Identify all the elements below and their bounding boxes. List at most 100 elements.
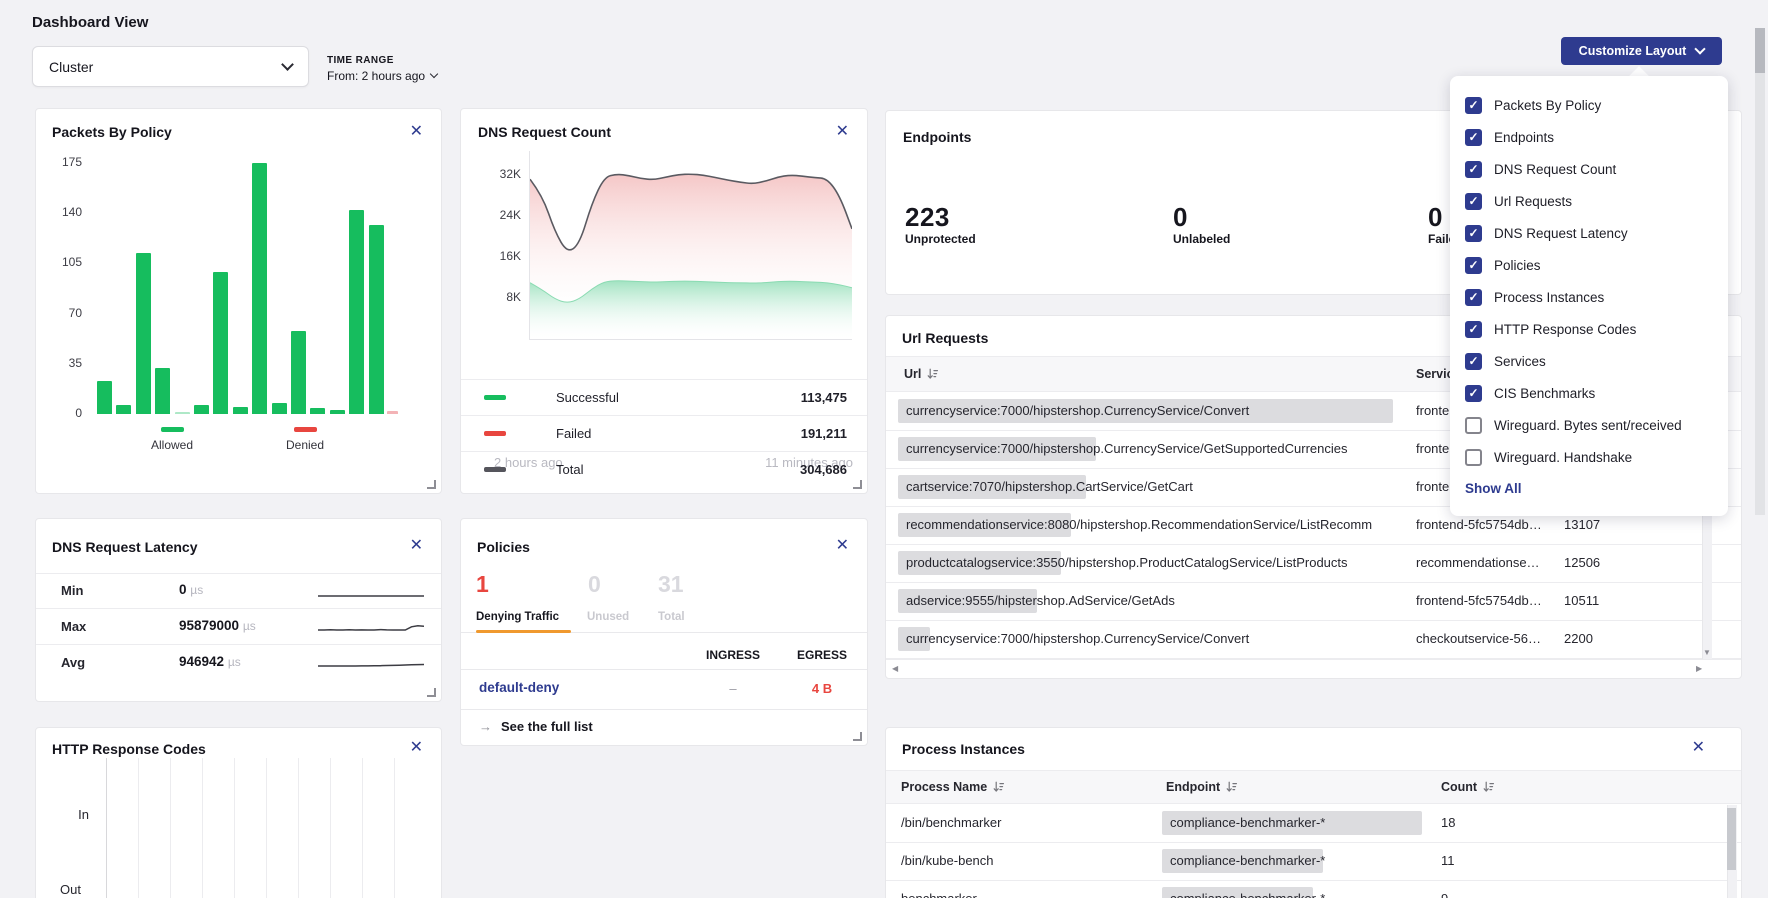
resize-handle[interactable] — [853, 480, 862, 489]
tab-unused[interactable]: Unused — [587, 611, 629, 623]
latency-min-label: Min — [61, 583, 83, 598]
time-range-selector[interactable]: From: 2 hours ago — [327, 69, 437, 83]
bar-allowed — [369, 225, 384, 414]
latency-avg-value: 946942 µs — [179, 654, 241, 669]
chevron-down-icon — [281, 58, 294, 71]
checkbox-checked-icon[interactable]: ✓ — [1465, 161, 1482, 178]
table-horizontal-scrollbar[interactable] — [886, 659, 1741, 679]
grid-line — [202, 758, 203, 898]
checkbox-unchecked-icon[interactable] — [1465, 417, 1482, 434]
avg-sparkline — [318, 655, 424, 671]
checkbox-checked-icon[interactable]: ✓ — [1465, 353, 1482, 370]
max-sparkline — [318, 619, 424, 635]
card-title: Policies — [477, 539, 530, 555]
row-label-in: In — [59, 807, 89, 822]
bar-allowed — [194, 405, 209, 414]
menu-item[interactable]: ✓CIS Benchmarks — [1465, 377, 1728, 409]
scroll-down-icon[interactable]: ▼ — [1703, 648, 1711, 657]
checkbox-checked-icon[interactable]: ✓ — [1465, 321, 1482, 338]
count-cell: 11 — [1441, 842, 1455, 880]
count-cell: 12506 — [1564, 544, 1600, 582]
http-grid — [36, 728, 441, 898]
column-header-ingress: INGRESS — [706, 648, 760, 662]
close-icon[interactable]: ✕ — [410, 538, 423, 554]
tab-total[interactable]: Total — [658, 611, 685, 623]
page-scrollbar-thumb[interactable] — [1755, 28, 1765, 73]
checkbox-checked-icon[interactable]: ✓ — [1465, 385, 1482, 402]
url-cell: currencyservice:7000/hipstershop.Currenc… — [906, 430, 1393, 468]
scroll-right-icon[interactable]: ▶ — [1696, 664, 1702, 673]
legend-label: Denied — [286, 438, 324, 452]
card-http-response-codes: HTTP Response Codes ✕ In Out — [35, 727, 442, 898]
bar-allowed — [291, 331, 306, 414]
table-scrollbar-thumb[interactable] — [1727, 808, 1736, 870]
card-dns-request-latency: DNS Request Latency ✕ Min 0 µs Max 95879… — [35, 518, 442, 702]
checkbox-checked-icon[interactable]: ✓ — [1465, 257, 1482, 274]
table-row[interactable]: productcatalogservice:3550/hipstershop.P… — [886, 544, 1741, 583]
denied-swatch-icon — [294, 427, 317, 432]
process-name-cell: benchmarker — [901, 880, 977, 898]
menu-item[interactable]: ✓Process Instances — [1465, 281, 1728, 313]
y-axis-tick: 175 — [36, 155, 82, 169]
service-cell: frontend-5fc5754db… — [1416, 582, 1542, 620]
resize-handle[interactable] — [427, 688, 436, 697]
show-all-link[interactable]: Show All — [1465, 481, 1728, 496]
page-scrollbar-track[interactable] — [1755, 28, 1765, 515]
menu-item-label: Policies — [1494, 258, 1541, 273]
checkbox-checked-icon[interactable]: ✓ — [1465, 289, 1482, 306]
arrow-right-icon: → — [479, 719, 492, 734]
table-row[interactable]: currencyservice:7000/hipstershop.Currenc… — [886, 620, 1741, 659]
url-cell: recommendationservice:8080/hipstershop.R… — [906, 506, 1393, 544]
menu-item[interactable]: ✓DNS Request Latency — [1465, 217, 1728, 249]
y-axis-tick: 24K — [475, 208, 521, 222]
table-row[interactable]: /bin/benchmarkercompliance-benchmarker-*… — [886, 804, 1741, 843]
menu-item[interactable]: ✓Endpoints — [1465, 121, 1728, 153]
resize-handle[interactable] — [427, 480, 436, 489]
table-row[interactable]: benchmarkercompliance-benchmarker-*9 — [886, 880, 1741, 898]
scroll-left-icon[interactable]: ◀ — [892, 664, 898, 673]
endpoint-cell: compliance-benchmarker-* — [1170, 842, 1325, 880]
bar-allowed — [233, 407, 248, 414]
customize-layout-button[interactable]: Customize Layout — [1561, 37, 1722, 65]
service-cell: fronte — [1416, 468, 1449, 506]
checkbox-unchecked-icon[interactable] — [1465, 449, 1482, 466]
grid-line — [138, 758, 139, 898]
grid-line — [106, 758, 107, 898]
see-full-list-link[interactable]: → See the full list — [479, 719, 593, 734]
tab-denying-traffic[interactable]: Denying Traffic — [476, 611, 559, 623]
grid-line — [234, 758, 235, 898]
column-header-egress: EGRESS — [797, 648, 847, 662]
bar-allowed — [272, 403, 287, 414]
menu-item[interactable]: Wireguard. Handshake — [1465, 441, 1728, 473]
menu-item[interactable]: Wireguard. Bytes sent/received — [1465, 409, 1728, 441]
process-name-cell: /bin/benchmarker — [901, 804, 1001, 842]
table-row[interactable]: adservice:9555/hipstershop.AdService/Get… — [886, 582, 1741, 621]
time-range-label: TIME RANGE — [327, 55, 394, 66]
count-cell: 2200 — [1564, 620, 1593, 658]
dns-area-chart — [530, 151, 852, 339]
menu-item[interactable]: ✓HTTP Response Codes — [1465, 313, 1728, 345]
menu-item[interactable]: ✓Services — [1465, 345, 1728, 377]
menu-item[interactable]: ✓DNS Request Count — [1465, 153, 1728, 185]
menu-item[interactable]: ✓Packets By Policy — [1465, 89, 1728, 121]
checkbox-checked-icon[interactable]: ✓ — [1465, 193, 1482, 210]
checkbox-checked-icon[interactable]: ✓ — [1465, 225, 1482, 242]
url-cell: currencyservice:7000/hipstershop.Currenc… — [906, 392, 1393, 430]
bar-allowed — [97, 381, 112, 414]
view-selector[interactable]: Cluster — [32, 46, 309, 87]
count-cell: 10511 — [1564, 582, 1599, 620]
menu-item[interactable]: ✓Url Requests — [1465, 185, 1728, 217]
min-sparkline — [318, 583, 424, 599]
tab-denying-traffic-value: 1 — [476, 571, 489, 598]
url-cell: cartservice:7070/hipstershop.CartService… — [906, 468, 1393, 506]
y-axis-tick: 16K — [475, 249, 521, 263]
table-row[interactable]: /bin/kube-benchcompliance-benchmarker-*1… — [886, 842, 1741, 881]
menu-item[interactable]: ✓ Policies — [1465, 249, 1728, 281]
checkbox-checked-icon[interactable]: ✓ — [1465, 97, 1482, 114]
resize-handle[interactable] — [853, 732, 862, 741]
card-dns-request-count: DNS Request Count ✕ 8K16K24K32K 2 hours … — [460, 108, 868, 494]
total-swatch-icon — [484, 467, 506, 472]
policy-link-default-deny[interactable]: default-deny — [479, 680, 559, 695]
close-icon[interactable]: ✕ — [836, 538, 849, 554]
checkbox-checked-icon[interactable]: ✓ — [1465, 129, 1482, 146]
